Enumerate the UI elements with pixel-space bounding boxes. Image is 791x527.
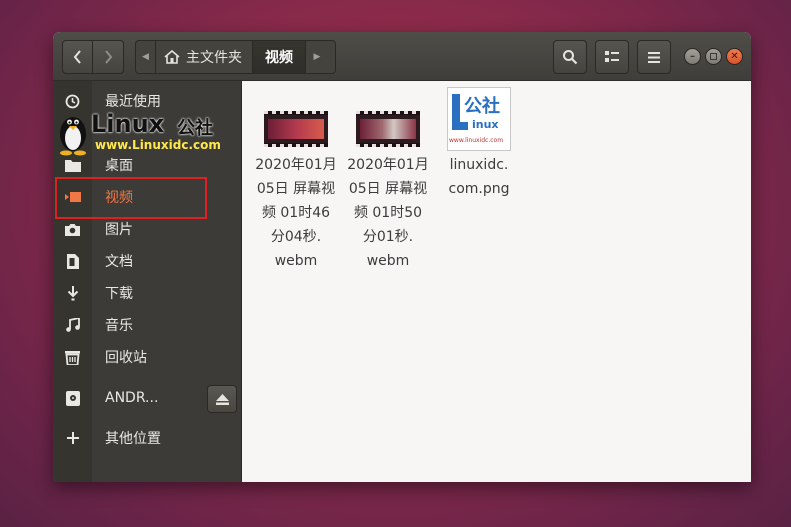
sidebar-item-label: 文档 xyxy=(105,254,133,270)
thumb-sub-text: inux xyxy=(472,118,499,131)
watermark-logo: Linux 公社 www.Linuxidc.com xyxy=(55,108,223,158)
thumb-brand-text: 公社 xyxy=(464,96,500,117)
video-thumbnail xyxy=(264,111,328,147)
file-item-video-1[interactable]: 2020年01月 05日 屏幕视 频 01时46 分04秒. webm xyxy=(250,111,342,273)
music-icon xyxy=(53,309,92,341)
search-icon xyxy=(563,50,578,65)
list-view-icon xyxy=(605,51,619,62)
close-button[interactable]: ✕ xyxy=(726,48,743,65)
sidebar-item-label: 音乐 xyxy=(105,318,133,334)
file-view: 2020年01月 05日 屏幕视 频 01时46 分04秒. webm 2020… xyxy=(243,81,751,482)
thumb-url-text: www.linuxidc.com xyxy=(449,137,504,144)
file-name: linuxidc. com.png xyxy=(448,157,510,197)
document-icon xyxy=(53,245,92,277)
plus-icon xyxy=(53,422,92,454)
chevron-right-icon xyxy=(105,50,113,64)
watermark-brand-cn: 公社 xyxy=(177,118,213,139)
file-name: 2020年01月 05日 屏幕视 频 01时50 分01秒. webm xyxy=(347,157,429,269)
breadcrumb-current[interactable]: 视频 xyxy=(252,41,306,73)
hamburger-icon xyxy=(648,51,660,63)
breadcrumb-home[interactable]: 主文件夹 xyxy=(156,41,252,73)
sidebar-item-music[interactable]: 音乐 xyxy=(53,309,242,341)
maximize-button[interactable] xyxy=(705,48,722,65)
video-thumbnail xyxy=(356,111,420,147)
sidebar-item-other-locations[interactable]: 其他位置 xyxy=(53,422,242,454)
home-icon xyxy=(164,50,180,64)
file-manager-window: ◀ 主文件夹 视频 ▶ – ✕ 最近使用 桌面 视频 图片 文档 下载 音乐 回… xyxy=(53,32,751,482)
breadcrumb-home-label: 主文件夹 xyxy=(186,50,242,66)
path-scroll-left-button[interactable]: ◀ xyxy=(136,41,156,73)
view-options-button[interactable] xyxy=(595,40,629,74)
watermark-url: www.Linuxidc.com xyxy=(95,138,221,152)
sidebar-item-label: 下载 xyxy=(105,286,133,302)
search-button[interactable] xyxy=(553,40,587,74)
sidebar-item-label: 其他位置 xyxy=(105,431,161,447)
highlight-annotation-box xyxy=(55,177,207,219)
back-button[interactable] xyxy=(62,40,93,74)
path-bar: ◀ 主文件夹 视频 ▶ xyxy=(135,40,336,74)
download-icon xyxy=(53,277,92,309)
minimize-button[interactable]: – xyxy=(684,48,701,65)
file-item-png[interactable]: 公社 inux www.linuxidc.com linuxidc. com.p… xyxy=(433,87,525,201)
eject-button[interactable] xyxy=(207,385,237,413)
maximize-icon xyxy=(710,53,717,60)
sidebar-item-trash[interactable]: 回收站 xyxy=(53,341,242,373)
minimize-icon: – xyxy=(690,51,695,62)
sidebar-item-downloads[interactable]: 下载 xyxy=(53,277,242,309)
breadcrumb-current-label: 视频 xyxy=(265,50,293,66)
sidebar-item-label: 桌面 xyxy=(105,158,133,174)
watermark-brand: Linux xyxy=(91,110,165,138)
sidebar-item-label: ANDR... xyxy=(105,390,159,406)
close-icon: ✕ xyxy=(730,51,739,62)
drive-icon xyxy=(53,382,92,414)
sidebar-item-label: 图片 xyxy=(105,222,133,238)
tux-penguin-icon xyxy=(60,117,86,156)
sidebar-item-documents[interactable]: 文档 xyxy=(53,245,242,277)
forward-button[interactable] xyxy=(93,40,124,74)
menu-button[interactable] xyxy=(637,40,671,74)
trash-icon xyxy=(53,341,92,373)
eject-icon xyxy=(215,393,229,405)
file-item-video-2[interactable]: 2020年01月 05日 屏幕视 频 01时50 分01秒. webm xyxy=(342,111,434,273)
image-thumbnail: 公社 inux www.linuxidc.com xyxy=(447,87,511,151)
path-scroll-right-button[interactable]: ▶ xyxy=(306,41,328,73)
header-bar: ◀ 主文件夹 视频 ▶ – ✕ xyxy=(53,32,751,81)
sidebar-item-label: 回收站 xyxy=(105,350,147,366)
file-name: 2020年01月 05日 屏幕视 频 01时46 分04秒. webm xyxy=(255,157,337,269)
chevron-left-icon xyxy=(73,50,81,64)
